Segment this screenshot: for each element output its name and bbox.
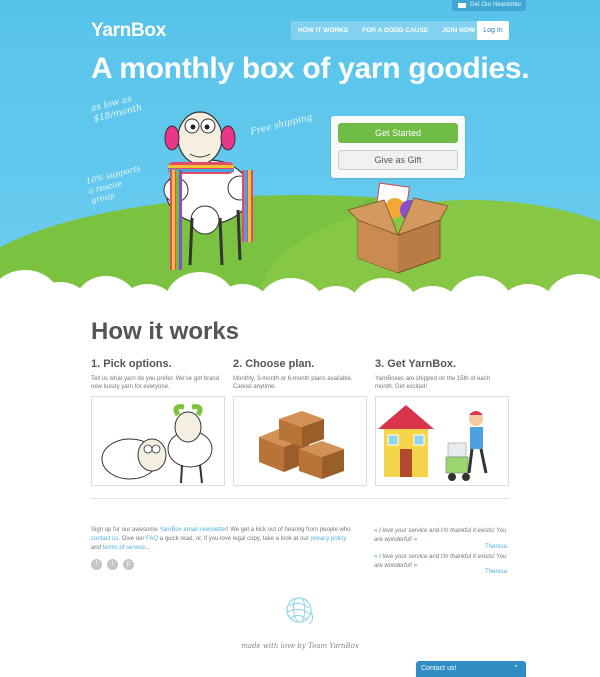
nav-join-now[interactable]: JOIN NOW — [435, 21, 482, 40]
yarn-box-illustration — [347, 180, 449, 275]
testimonial-text: I love your service and I'm thankful it … — [374, 554, 507, 569]
privacy-policy-link[interactable]: privacy policy — [310, 536, 346, 542]
step-title: 2. Choose plan. — [233, 358, 315, 370]
contact-us-label: Contact us! — [421, 665, 457, 672]
contact-link[interactable]: contact us — [91, 536, 118, 542]
mail-icon — [458, 3, 466, 8]
pinterest-icon[interactable]: p — [123, 559, 134, 570]
cta-box: Get Started Give as Gift — [331, 116, 465, 178]
step-2-image — [233, 396, 367, 486]
main-nav: HOW IT WORKS FOR A GOOD CAUSE JOIN NOW — [291, 21, 483, 40]
quote-close-icon: » — [413, 537, 418, 543]
footer-text: ... — [145, 545, 151, 551]
newsletter-link[interactable]: YarnBox email newsletter — [159, 527, 227, 533]
testimonial-author: Theresa — [485, 569, 508, 575]
facebook-icon[interactable]: f — [91, 559, 102, 570]
step-3: 3. Get YarnBox. YarnBoxes are shipped on… — [375, 358, 509, 397]
contact-us-tab[interactable]: Contact us! ⌃ — [416, 661, 526, 677]
faq-link[interactable]: FAQ — [146, 536, 158, 542]
step-title: 3. Get YarnBox. — [375, 358, 457, 370]
give-as-gift-button[interactable]: Give as Gift — [338, 150, 458, 170]
step-text: YarnBoxes are shipped on the 15th of eac… — [375, 376, 490, 390]
logo[interactable]: YarnBox — [91, 20, 166, 42]
quote-close-icon: » — [413, 563, 418, 569]
newsletter-tab-label: Get Our Newsletter — [470, 2, 522, 8]
hero-section: as low as $18/month Free shipping 10% su… — [0, 0, 600, 305]
step-2: 2. Choose plan. Monthly, 3-month or 6-mo… — [233, 358, 367, 397]
terms-of-service-link[interactable]: terms of service — [103, 545, 145, 551]
yarn-ball-icon — [283, 594, 315, 626]
testimonial: « I love your service and I'm thankful i… — [374, 527, 510, 545]
testimonial-author: Theresa — [485, 544, 508, 550]
chevron-up-icon: ⌃ — [513, 665, 519, 672]
footer-text: ! We get a kick out of hearing from peop… — [226, 527, 351, 533]
section-divider — [91, 498, 509, 499]
twitter-icon[interactable]: t — [107, 559, 118, 570]
sheep-illustration — [150, 110, 260, 280]
login-button[interactable]: Log In — [477, 21, 509, 40]
quote-open-icon: « — [374, 554, 378, 560]
testimonial-text: I love your service and I'm thankful it … — [374, 528, 507, 543]
nav-how-it-works[interactable]: HOW IT WORKS — [291, 21, 355, 40]
how-it-works-title: How it works — [91, 318, 240, 345]
footer-text: a quick read, or, if you love legal copy… — [158, 536, 311, 542]
step-title: 1. Pick options. — [91, 358, 172, 370]
step-text: Monthly, 3-month or 6-month plans availa… — [233, 376, 353, 390]
footer-blurb: Sign up for our awesome YarnBox email ne… — [91, 526, 353, 553]
nav-good-cause[interactable]: FOR A GOOD CAUSE — [355, 21, 435, 40]
step-3-image — [375, 396, 509, 486]
hero-headline: A monthly box of yarn goodies. — [91, 52, 530, 85]
footer-text: and — [91, 545, 103, 551]
step-1: 1. Pick options. Tell us what yarn do yo… — [91, 358, 225, 397]
newsletter-tab[interactable]: Get Our Newsletter — [452, 0, 526, 11]
quote-open-icon: « — [374, 528, 378, 534]
step-text: Tell us what yarn do you prefer. We've g… — [91, 376, 220, 390]
footer-tagline: made with love by Team YarnBox — [241, 642, 359, 650]
footer-text: Sign up for our awesome — [91, 527, 160, 533]
step-1-image — [91, 396, 225, 486]
get-started-button[interactable]: Get Started — [338, 123, 458, 143]
footer-text: . Give our — [118, 536, 147, 542]
